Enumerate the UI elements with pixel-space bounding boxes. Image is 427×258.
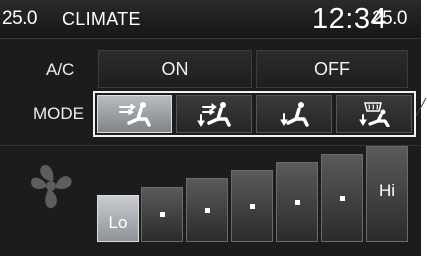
driver-temperature: 25.0 xyxy=(2,8,37,30)
ac-off-label: OFF xyxy=(314,58,350,79)
page-title: CLIMATE xyxy=(62,9,141,29)
fan-speed-step-hi[interactable]: Hi xyxy=(366,146,408,242)
ac-label: A/C xyxy=(46,60,75,79)
climate-screen: 25.0 CLIMATE 12:34 25.0 A/C ON OFF MODE xyxy=(0,0,421,256)
mode-label: MODE xyxy=(33,104,84,123)
fan-step-marker xyxy=(339,195,345,201)
fan-speed-step-2[interactable] xyxy=(141,187,183,242)
status-bar: 25.0 CLIMATE 12:34 25.0 xyxy=(0,0,421,39)
vent-face-icon xyxy=(118,102,151,127)
fan-icon xyxy=(31,164,72,209)
fan-speed-step-5[interactable] xyxy=(276,162,318,242)
mode-face-button[interactable] xyxy=(97,95,172,133)
fan-step-marker xyxy=(294,199,300,205)
fan-step-marker xyxy=(159,212,165,217)
mode-floor-button[interactable] xyxy=(256,95,332,133)
floor-defrost-icon xyxy=(359,102,390,127)
fan-step-marker xyxy=(249,203,255,209)
driver-temperature-value: 25.0 xyxy=(2,8,37,29)
vent-floor-icon xyxy=(280,102,309,127)
mode-face-floor-button[interactable] xyxy=(176,95,252,133)
section-divider xyxy=(0,145,421,146)
passenger-temperature-value: 25.0 xyxy=(372,8,407,29)
fan-speed-step-4[interactable] xyxy=(231,170,273,242)
ac-off-button[interactable]: OFF xyxy=(256,50,408,88)
callout-line xyxy=(416,97,427,117)
fan-step-marker xyxy=(204,207,210,213)
fan-speed-step-6[interactable] xyxy=(321,154,363,242)
fan-speed-step-lo[interactable]: Lo xyxy=(97,195,139,242)
passenger-temperature: 25.0 xyxy=(372,8,407,30)
fan-speed-max-label: Hi xyxy=(378,181,396,200)
mode-floor-defrost-button[interactable] xyxy=(336,95,412,133)
fan-speed-step-3[interactable] xyxy=(186,178,228,242)
vent-face-floor-icon xyxy=(197,102,231,127)
fan-speed-min-label: Lo xyxy=(108,212,128,232)
ac-on-label: ON xyxy=(161,58,189,79)
ac-on-button[interactable]: ON xyxy=(98,50,252,88)
